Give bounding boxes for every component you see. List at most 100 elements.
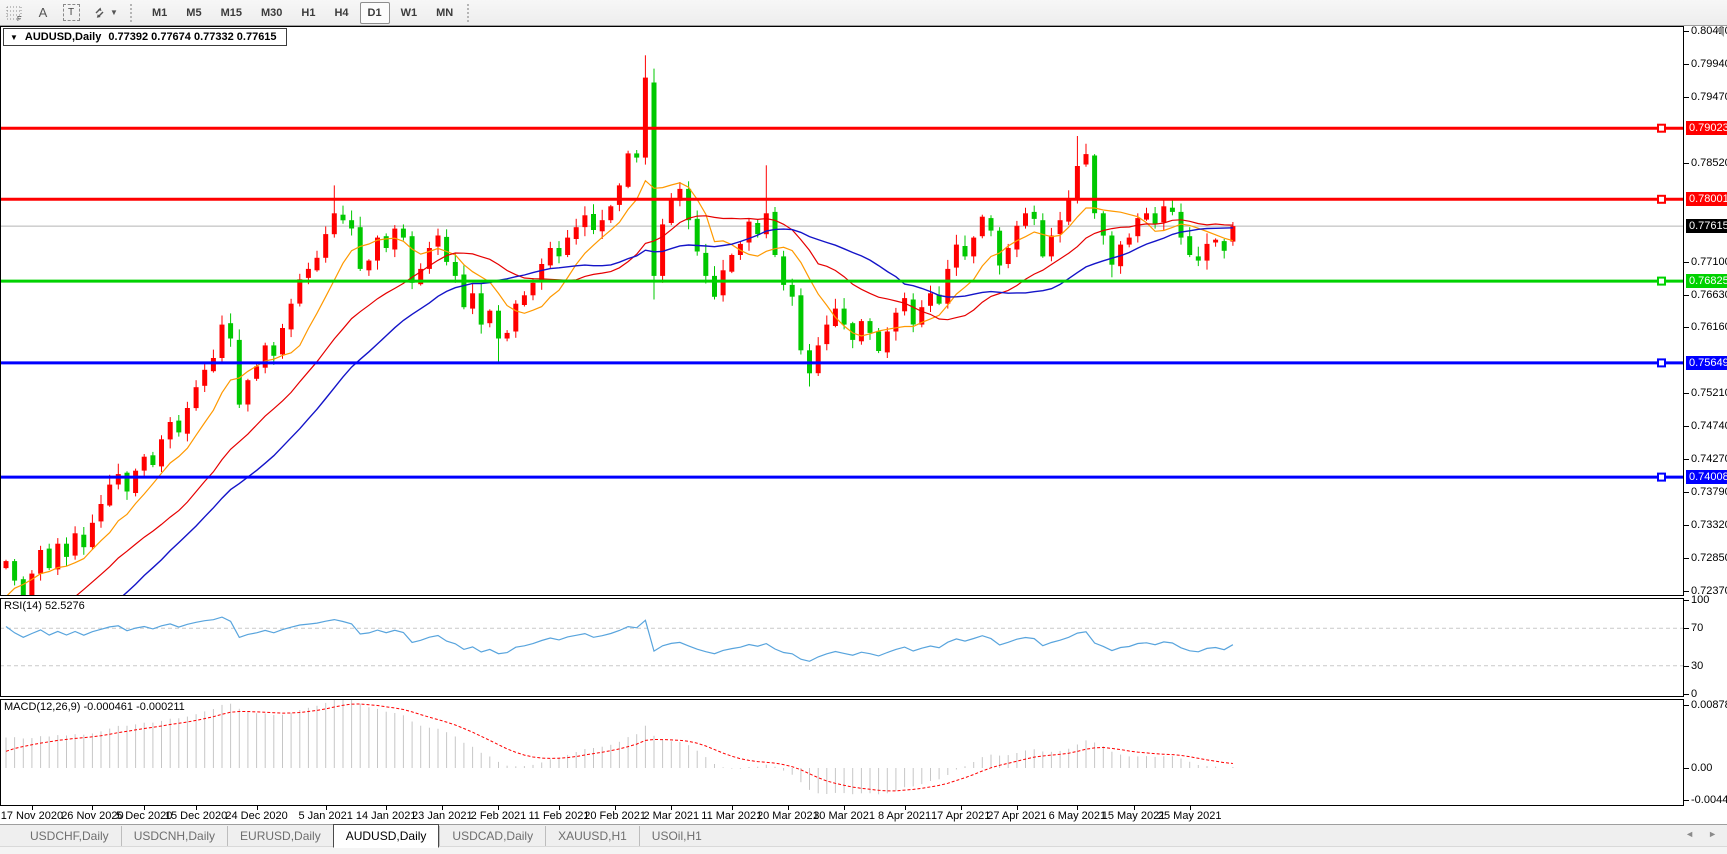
price-axis-label: 0.79470	[1691, 91, 1727, 104]
text-box-icon: T	[63, 4, 80, 21]
tab-eurusd-daily[interactable]: EURUSD,Daily	[227, 826, 333, 847]
tabs-scroll-right-button[interactable]: ►	[1708, 829, 1717, 839]
timeframe-button-d1[interactable]: D1	[360, 2, 390, 24]
fibo-grid-icon: F	[6, 5, 24, 21]
rsi-panel[interactable]: RSI(14) 52.5276	[0, 598, 1727, 697]
rsi-axis-label: 30	[1691, 660, 1703, 673]
tab-usdchf-daily[interactable]: USDCHF,Daily	[18, 826, 121, 847]
line-handle	[1658, 125, 1665, 132]
toolbar: F A T ▼ M1M5M15M30H1H4D1W1MN	[0, 0, 1727, 26]
tabs-scroll-left-button[interactable]: ◄	[1685, 829, 1694, 839]
price-axis-label: 0.77100	[1691, 256, 1727, 269]
macd-panel[interactable]: MACD(12,26,9) -0.000461 -0.000211	[0, 699, 1727, 806]
tab-usdcnh-daily[interactable]: USDCNH,Daily	[121, 826, 227, 847]
ma-8-line	[6, 181, 1233, 596]
timeframe-button-m5[interactable]: M5	[178, 2, 209, 24]
macd-axis-label: 0.00	[1691, 762, 1712, 775]
price-line-badge: 0.78001	[1686, 192, 1727, 206]
price-line-badge: 0.75649	[1686, 356, 1727, 370]
timeframe-button-w1[interactable]: W1	[393, 2, 426, 24]
toolbar-separator	[130, 4, 138, 22]
price-line-badge: 0.76825	[1686, 274, 1727, 288]
tab-usoil-h1[interactable]: USOil,H1	[639, 826, 714, 847]
text-box-tool-button[interactable]: T	[58, 1, 84, 25]
chart-scroll-marker-icon[interactable]	[1715, 28, 1724, 37]
price-line-badge: 0.79023	[1686, 121, 1727, 135]
date-axis-label: 25 May 2021	[1152, 810, 1228, 822]
chart-symbol-title: AUDUSD,Daily	[25, 31, 101, 43]
macd-canvas[interactable]	[0, 699, 1684, 806]
line-handle	[1658, 474, 1665, 481]
price-chart-canvas[interactable]	[0, 26, 1684, 596]
tab-usdcad-daily[interactable]: USDCAD,Daily	[439, 826, 545, 847]
text-label-tool-button[interactable]: A	[30, 1, 56, 25]
price-axis-tick	[1684, 295, 1689, 296]
timeframe-button-h4[interactable]: H4	[326, 2, 356, 24]
price-axis-label: 0.72850	[1691, 552, 1727, 565]
ma-20-line	[6, 216, 1233, 596]
price-line-badge: 0.74008	[1686, 470, 1727, 484]
price-axis-tick	[1684, 163, 1689, 164]
price-axis-tick	[1684, 262, 1689, 263]
chart-title-box[interactable]: ▼ AUDUSD,Daily 0.77392 0.77674 0.77332 0…	[3, 28, 287, 46]
line-handle	[1658, 278, 1665, 285]
chart-ohlc-values: 0.77392 0.77674 0.77332 0.77615	[108, 31, 276, 43]
price-axis-tick	[1684, 525, 1689, 526]
price-axis-tick	[1684, 591, 1689, 592]
date-axis[interactable]: 17 Nov 202026 Nov 20205 Dec 202015 Dec 2…	[0, 806, 1727, 824]
rsi-axis-tick	[1684, 694, 1689, 695]
chart-tab-bar: USDCHF,DailyUSDCNH,DailyEURUSD,DailyAUDU…	[0, 824, 1727, 847]
arrows-dropdown-caret-icon[interactable]: ▼	[110, 8, 118, 17]
price-axis-label: 0.73320	[1691, 519, 1727, 532]
ma-30-line	[6, 228, 1233, 596]
fibo-grid-tool-button[interactable]: F	[2, 1, 28, 25]
chart-tabs: USDCHF,DailyUSDCNH,DailyEURUSD,DailyAUDU…	[0, 825, 714, 847]
price-axis-label: 0.78520	[1691, 157, 1727, 170]
chart-dropdown-icon[interactable]: ▼	[10, 33, 18, 42]
macd-histogram	[6, 699, 1233, 794]
arrows-tool-button[interactable]: ▼	[86, 1, 124, 25]
status-strip	[0, 846, 1727, 854]
macd-label: MACD(12,26,9) -0.000461 -0.000211	[4, 701, 185, 713]
macd-axis-label: 0.008782	[1691, 699, 1727, 712]
svg-text:F: F	[17, 16, 21, 21]
price-axis-tick	[1684, 64, 1689, 65]
candles-layer	[4, 55, 1236, 596]
timeframe-button-m30[interactable]: M30	[253, 2, 290, 24]
price-axis-label: 0.79940	[1691, 58, 1727, 71]
timeframe-button-m15[interactable]: M15	[213, 2, 250, 24]
main-chart-panel[interactable]: ▼ AUDUSD,Daily 0.77392 0.77674 0.77332 0…	[0, 26, 1727, 596]
timeframe-button-h1[interactable]: H1	[293, 2, 323, 24]
tab-xauusd-h1[interactable]: XAUUSD,H1	[545, 826, 639, 847]
rsi-label: RSI(14) 52.5276	[4, 600, 85, 612]
rsi-canvas[interactable]	[0, 598, 1684, 697]
price-axis-label: 0.74740	[1691, 420, 1727, 433]
price-axis-tick	[1684, 31, 1689, 32]
toolbar-separator-2	[467, 4, 475, 22]
timeframe-button-m1[interactable]: M1	[144, 2, 175, 24]
tab-audusd-daily[interactable]: AUDUSD,Daily	[333, 824, 440, 848]
rsi-axis-tick	[1684, 600, 1689, 601]
price-axis-label: 0.73790	[1691, 486, 1727, 499]
text-label-icon: A	[39, 5, 48, 20]
rsi-axis-label: 100	[1691, 594, 1709, 607]
price-axis-label: 0.75210	[1691, 387, 1727, 400]
macd-axis-label: -0.004451	[1691, 794, 1727, 807]
timeframe-button-mn[interactable]: MN	[428, 2, 461, 24]
mt4-window: F A T ▼ M1M5M15M30H1H4D1W1MN	[0, 0, 1727, 854]
price-axis-label: 0.76630	[1691, 289, 1727, 302]
price-axis-label: 0.76160	[1691, 321, 1727, 334]
macd-axis-tick	[1684, 800, 1689, 801]
date-axis-label: 24 Dec 2020	[219, 810, 295, 822]
price-axis-tick	[1684, 327, 1689, 328]
rsi-axis-tick	[1684, 628, 1689, 629]
price-axis-tick	[1684, 558, 1689, 559]
arrows-icon	[92, 5, 107, 20]
price-axis-tick	[1684, 97, 1689, 98]
price-axis-label: 0.74270	[1691, 453, 1727, 466]
line-handle	[1658, 359, 1665, 366]
rsi-axis-tick	[1684, 666, 1689, 667]
price-axis-tick	[1684, 393, 1689, 394]
macd-axis-tick	[1684, 705, 1689, 706]
price-axis-tick	[1684, 459, 1689, 460]
